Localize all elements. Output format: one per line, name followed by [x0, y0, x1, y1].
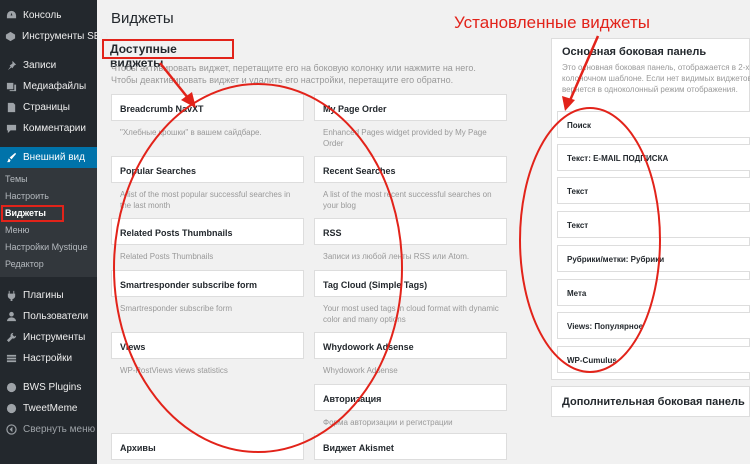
menu-appearance-label: Внешний вид [23, 152, 85, 163]
menu-appearance[interactable]: Внешний вид [0, 147, 97, 168]
menu-comments-label: Комментарии [23, 123, 86, 134]
menu-tweetmeme[interactable]: TweetMeme [0, 398, 97, 419]
widgets-highlight-box [1, 205, 64, 222]
widget-recent-searches[interactable]: Recent Searches [314, 156, 507, 183]
installed-widget-search[interactable]: Поиск [557, 111, 750, 138]
tweetmeme-icon [5, 403, 17, 415]
primary-sidebar-desc: Это основная боковая панель, отображаетс… [562, 62, 750, 95]
submenu-mystique-settings[interactable]: Настройки Mystique [0, 239, 97, 256]
menu-tools-label: Инструменты [23, 332, 86, 343]
menu-dashboard-label: Консоль [23, 10, 62, 21]
panel-desc-line: Это основная боковая панель, отображаетс… [562, 63, 750, 72]
submenu-widgets[interactable]: Виджеты [0, 205, 97, 222]
primary-sidebar-title[interactable]: Основная боковая панель [562, 46, 706, 58]
menu-collapse-label: Свернуть меню [23, 424, 96, 435]
menu-settings[interactable]: Настройки [0, 348, 97, 369]
menu-tweetmeme-label: TweetMeme [23, 403, 78, 414]
widget-desc: Smartresponder subscribe form [120, 304, 233, 313]
installed-widget-categories[interactable]: Рубрики/метки: Рубрики [557, 245, 750, 272]
widget-desc: Enhanced Pages widget provided by My Pag… [323, 128, 487, 148]
menu-comments[interactable]: Комментарии [0, 118, 97, 139]
menu-plugins[interactable]: Плагины [0, 285, 97, 306]
menu-media-label: Медиафайлы [23, 81, 87, 92]
admin-sidebar: Консоль Инструменты SEO Записи Медиафайл… [0, 0, 108, 464]
pin-icon [5, 60, 17, 72]
wrench-icon [5, 332, 17, 344]
menu-settings-label: Настройки [23, 353, 73, 364]
installed-widgets-annotation: Установленные виджеты [454, 13, 650, 32]
installed-widget-meta[interactable]: Мета [557, 279, 750, 306]
widget-related-posts-thumbnails[interactable]: Related Posts Thumbnails [111, 218, 304, 245]
primary-sidebar-panel: Основная боковая панель Это основная бок… [551, 38, 750, 380]
widget-popular-searches[interactable]: Popular Searches [111, 156, 304, 183]
menu-collapse[interactable]: Свернуть меню [0, 419, 97, 440]
seo-icon [5, 31, 16, 43]
widgets-page: Виджеты Доступные виджеты Чтобы активиро… [97, 0, 750, 464]
widget-whydowork-adsense[interactable]: Whydowork Adsense [314, 332, 507, 359]
menu-plugins-label: Плагины [23, 290, 64, 301]
widget-akismet[interactable]: Виджет Akismet [314, 433, 507, 460]
secondary-sidebar-panel[interactable]: Дополнительная боковая панель [551, 386, 750, 417]
available-widgets-heading: Доступные виджеты [102, 39, 234, 70]
installed-widget-views[interactable]: Views: Популярное [557, 312, 750, 339]
submenu-themes[interactable]: Темы [0, 171, 97, 188]
widget-desc: Whydowork Adsense [323, 366, 398, 375]
widget-desc: "Хлебные крошки" в вашем сайдбаре. [120, 128, 262, 137]
submenu-menus[interactable]: Меню [0, 222, 97, 239]
users-icon [5, 311, 17, 323]
media-icon [5, 81, 17, 93]
appearance-submenu: Темы Настроить Виджеты Меню Настройки My… [0, 168, 97, 277]
collapse-icon [5, 424, 17, 436]
available-widgets-desc: Чтобы активировать виджет, перетащите ег… [111, 63, 476, 85]
menu-seo-tools[interactable]: Инструменты SEO [0, 26, 108, 47]
widget-archives[interactable]: Архивы [111, 433, 304, 460]
widget-authorization[interactable]: Авторизация [314, 384, 507, 411]
brush-icon [5, 152, 17, 164]
plugin-icon [5, 290, 17, 302]
installed-widget-text-email[interactable]: Текст: E-MAIL ПОДПИСКА [557, 144, 750, 171]
widget-desc: Форма авторизации и регистрации [323, 418, 453, 427]
bws-icon [5, 382, 17, 394]
menu-bws-plugins[interactable]: BWS Plugins [0, 377, 97, 398]
menu-posts[interactable]: Записи [0, 55, 97, 76]
dashboard-icon [5, 10, 17, 22]
widget-desc: Записи из любой ленты RSS или Atom. [323, 252, 470, 261]
widget-desc: Your most used tags in cloud format with… [323, 304, 499, 324]
menu-bws-label: BWS Plugins [23, 382, 82, 393]
menu-media[interactable]: Медиафайлы [0, 76, 97, 97]
menu-dashboard[interactable]: Консоль [0, 5, 97, 26]
installed-widget-text[interactable]: Текст [557, 177, 750, 204]
widget-tag-cloud[interactable]: Tag Cloud (Simple Tags) [314, 270, 507, 297]
menu-seo-label: Инструменты SEO [22, 31, 109, 42]
submenu-editor[interactable]: Редактор [0, 256, 97, 273]
settings-icon [5, 353, 17, 365]
panel-desc-line: колоночном шаблоне. Если нет видимых вид… [562, 74, 750, 83]
widget-desc: WP-PostViews views statistics [120, 366, 228, 375]
widget-breadcrumb-navxt[interactable]: Breadcrumb NavXT [111, 94, 304, 121]
menu-users-label: Пользователи [23, 311, 89, 322]
menu-tools[interactable]: Инструменты [0, 327, 97, 348]
page-icon [5, 102, 17, 114]
installed-widget-wp-cumulus[interactable]: WP-Cumulus [557, 346, 750, 373]
menu-posts-label: Записи [23, 60, 57, 71]
widget-desc: A list of the most popular successful se… [120, 190, 291, 210]
widget-rss[interactable]: RSS [314, 218, 507, 245]
menu-pages[interactable]: Страницы [0, 97, 97, 118]
page-title: Виджеты [111, 10, 174, 27]
widget-desc: A list of the most recent successful sea… [323, 190, 492, 210]
installed-widget-text[interactable]: Текст [557, 211, 750, 238]
menu-pages-label: Страницы [23, 102, 70, 113]
submenu-customize[interactable]: Настроить [0, 188, 97, 205]
menu-users[interactable]: Пользователи [0, 306, 97, 327]
comment-icon [5, 123, 17, 135]
widget-views[interactable]: Views [111, 332, 304, 359]
widget-smartresponder[interactable]: Smartresponder subscribe form [111, 270, 304, 297]
panel-desc-line: вернется в одноколонный режим отображени… [562, 85, 738, 94]
widget-my-page-order[interactable]: My Page Order [314, 94, 507, 121]
widget-desc: Related Posts Thumbnails [120, 252, 214, 261]
